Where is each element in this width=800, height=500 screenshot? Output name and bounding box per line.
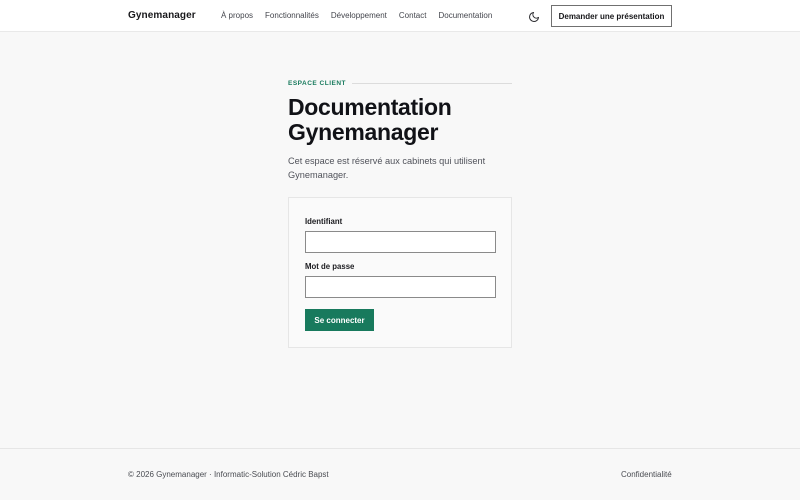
page: Gynemanager À propos Fonctionnalités Dév… (0, 0, 800, 500)
nav-link-fonctionnalites[interactable]: Fonctionnalités (265, 11, 319, 20)
site-header: Gynemanager À propos Fonctionnalités Dév… (0, 0, 800, 32)
password-input[interactable] (305, 276, 496, 298)
username-label: Identifiant (305, 217, 343, 226)
site-footer: © 2026 Gynemanager · Informatic-Solution… (0, 448, 800, 500)
nav-link-developpement[interactable]: Développement (331, 11, 387, 20)
eyebrow-label: ESPACE CLIENT (288, 80, 347, 87)
eyebrow-divider (352, 83, 512, 84)
login-form: Identifiant Mot de passe Se connecter (288, 197, 512, 348)
nav-link-contact[interactable]: Contact (399, 11, 427, 20)
brand-logo-text[interactable]: Gynemanager (128, 10, 196, 21)
page-title: Documentation Gynemanager (288, 95, 528, 145)
password-label: Mot de passe (305, 262, 355, 271)
section-eyebrow: ESPACE CLIENT (288, 79, 512, 89)
login-button[interactable]: Se connecter (305, 309, 374, 331)
nav-link-a-propos[interactable]: À propos (221, 11, 253, 20)
page-subtitle: Cet espace est réservé aux cabinets qui … (288, 156, 486, 180)
footer-copyright: © 2026 Gynemanager · Informatic-Solution… (128, 470, 329, 479)
main-nav: À propos Fonctionnalités Développement C… (221, 11, 504, 20)
theme-toggle-button[interactable] (528, 10, 540, 22)
page-title-line-2: Gynemanager (288, 119, 439, 145)
privacy-link[interactable]: Confidentialité (621, 470, 672, 479)
moon-icon (529, 12, 539, 22)
page-title-line-1: Documentation (288, 94, 452, 120)
username-input[interactable] (305, 231, 496, 253)
request-demo-button[interactable]: Demander une présentation (551, 5, 672, 27)
nav-link-documentation[interactable]: Documentation (438, 11, 492, 20)
